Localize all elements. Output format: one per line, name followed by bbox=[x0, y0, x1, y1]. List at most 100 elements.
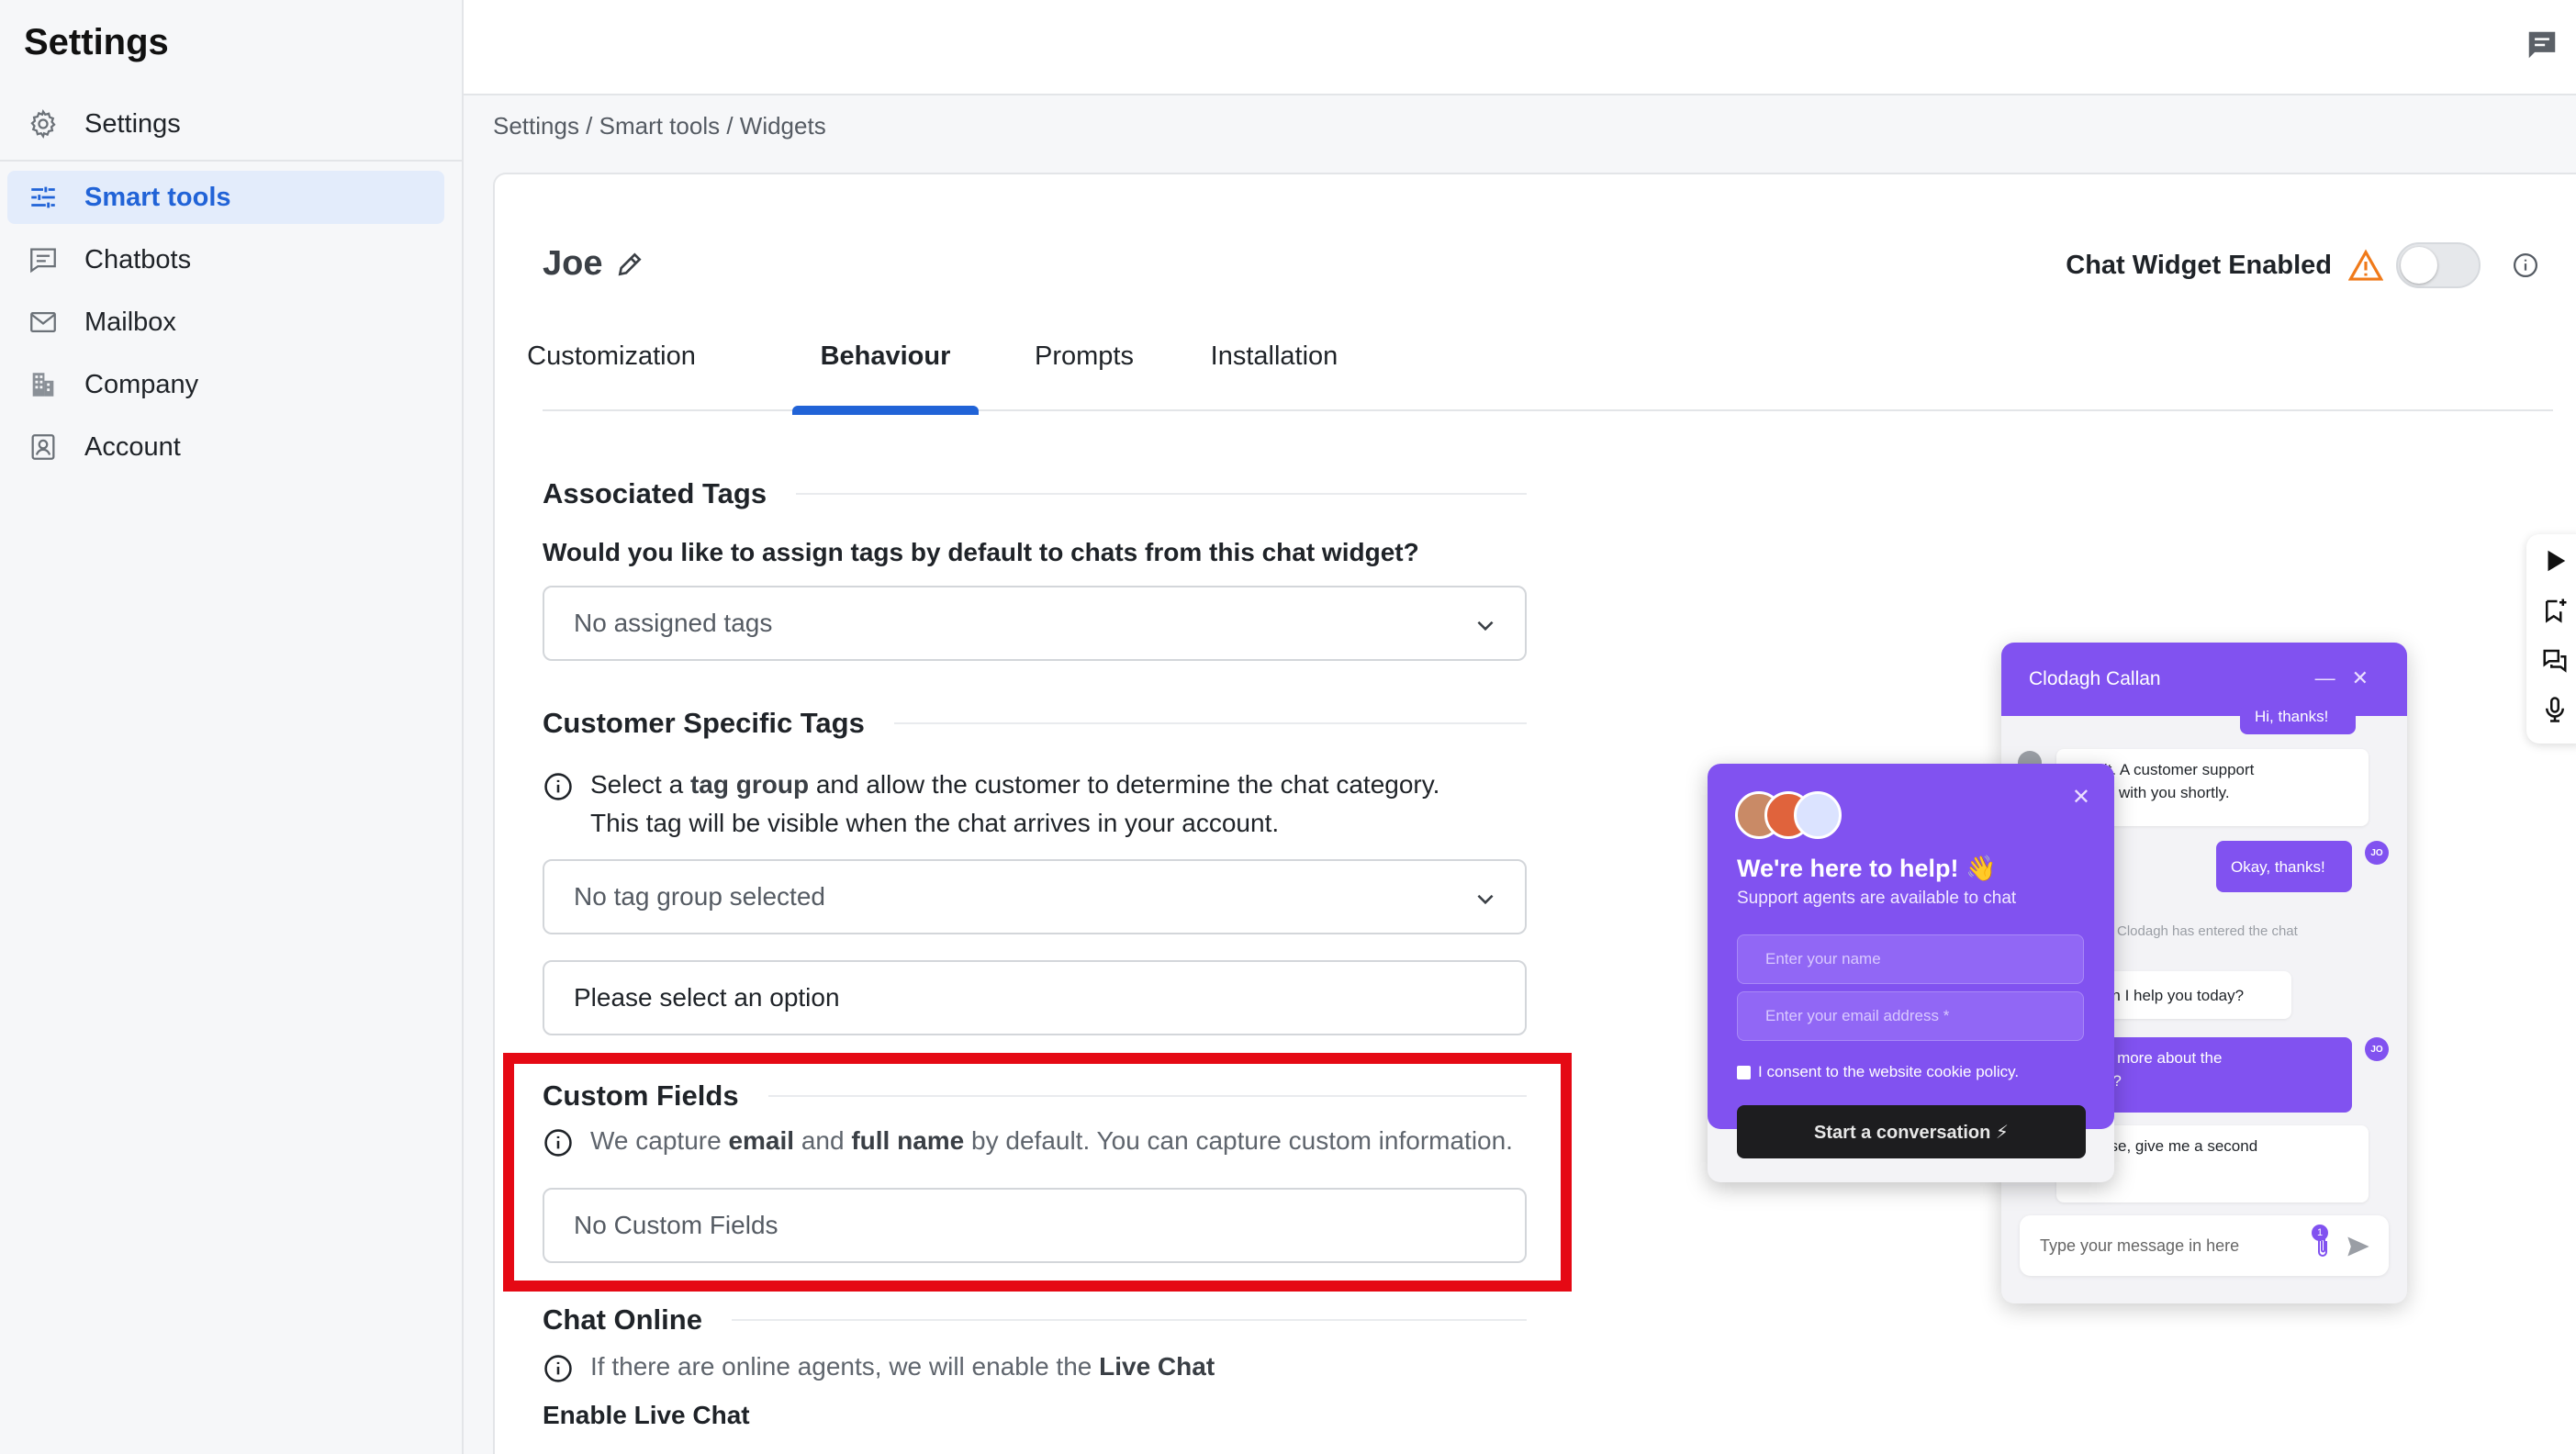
close-icon[interactable]: ✕ bbox=[2072, 784, 2090, 811]
custom-fields-highlight bbox=[503, 1053, 1572, 1292]
customer-tags-info: Select a tag group and allow the custome… bbox=[543, 766, 1439, 843]
top-bar bbox=[464, 0, 2576, 95]
customer-tags-heading: Customer Specific Tags bbox=[543, 707, 1527, 740]
window-controls[interactable]: —✕ bbox=[2315, 666, 2385, 690]
prechat-email-input[interactable]: Enter your email address * bbox=[1737, 991, 2084, 1041]
building-icon bbox=[32, 373, 54, 397]
widget-name: Joe bbox=[543, 244, 603, 283]
sidebar-item-mailbox[interactable]: Mailbox bbox=[7, 296, 444, 349]
sidebar-item-settings[interactable]: Settings bbox=[7, 97, 444, 151]
cookie-consent[interactable]: I consent to the website cookie policy. bbox=[1737, 1063, 2019, 1081]
info-text: and allow the customer to determine the … bbox=[809, 770, 1440, 799]
sidebar-item-smart-tools[interactable]: Smart tools bbox=[7, 171, 444, 224]
user-avatar: JO bbox=[2365, 1037, 2389, 1061]
chat-lines-icon bbox=[30, 248, 56, 274]
section-rule bbox=[796, 493, 1527, 495]
envelope-icon bbox=[30, 311, 56, 333]
tab-installation[interactable]: Installation bbox=[1205, 338, 1343, 411]
widget-enabled-toggle[interactable] bbox=[2396, 242, 2481, 288]
tab-label: Customization bbox=[527, 341, 696, 371]
system-note: Clodagh has entered the chat bbox=[2117, 923, 2298, 939]
sidebar-item-label: Settings bbox=[84, 108, 181, 139]
sidebar-item-label: Smart tools bbox=[84, 182, 231, 212]
input-placeholder: Type your message in here bbox=[2040, 1236, 2240, 1255]
agent-name: Clodagh Callan bbox=[2029, 668, 2161, 689]
sidebar-item-label: Account bbox=[84, 431, 181, 462]
select-value: No tag group selected bbox=[574, 882, 825, 911]
sidebar-item-account[interactable]: Account bbox=[7, 420, 444, 474]
consent-label: I consent to the website cookie policy. bbox=[1758, 1063, 2020, 1080]
sidebar-item-company[interactable]: Company bbox=[7, 358, 444, 411]
info-bold: Live Chat bbox=[1099, 1352, 1215, 1381]
widget-enabled-control: Chat Widget Enabled bbox=[2066, 242, 2539, 288]
start-conversation-button[interactable]: Start a conversation ⚡ bbox=[1737, 1105, 2086, 1158]
bookmark-add-icon[interactable] bbox=[2541, 597, 2569, 624]
tab-behaviour[interactable]: Behaviour bbox=[792, 338, 979, 415]
tab-customization[interactable]: Customization bbox=[527, 338, 696, 411]
consent-checkbox[interactable] bbox=[1737, 1065, 1751, 1079]
chat-message-input[interactable]: Type your message in here 1 bbox=[2020, 1215, 2389, 1276]
prechat-panel: ✕ We're here to help! 👋 Support agents a… bbox=[1708, 764, 2114, 1129]
chat-bubbles-icon[interactable] bbox=[2541, 646, 2569, 674]
select-value: No assigned tags bbox=[574, 609, 773, 637]
section-title: Chat Online bbox=[543, 1303, 702, 1336]
section-rule bbox=[731, 1319, 1527, 1321]
info-icon bbox=[544, 1355, 572, 1382]
sidebar-item-label: Chatbots bbox=[84, 244, 192, 274]
info-text-line2: This tag will be visible when the chat a… bbox=[590, 809, 1280, 837]
agent-avatars bbox=[1735, 791, 1864, 839]
info-text: Select a bbox=[590, 770, 690, 799]
user-card-icon bbox=[31, 434, 55, 460]
toggle-knob bbox=[2401, 247, 2437, 284]
message-icon[interactable] bbox=[2525, 28, 2559, 62]
section-title: Associated Tags bbox=[543, 477, 767, 509]
sliders-icon bbox=[31, 186, 55, 208]
chat-message-user: Hi, thanks! bbox=[2240, 705, 2356, 734]
prechat-subheading: Support agents are available to chat bbox=[1737, 889, 2017, 908]
enable-live-chat-label: Enable Live Chat bbox=[543, 1401, 750, 1429]
breadcrumb[interactable]: Settings / Smart tools / Widgets bbox=[493, 112, 826, 140]
pencil-icon[interactable] bbox=[615, 250, 644, 279]
sidebar-item-chatbots[interactable]: Chatbots bbox=[7, 233, 444, 286]
chat-online-heading: Chat Online bbox=[543, 1303, 1527, 1337]
associated-tags-select[interactable]: No assigned tags bbox=[543, 586, 1527, 661]
play-icon[interactable] bbox=[2541, 547, 2569, 575]
microphone-icon[interactable] bbox=[2541, 696, 2569, 723]
tab-label: Prompts bbox=[1035, 341, 1134, 371]
settings-sidebar: Settings Settings Smart tools Chatbots M… bbox=[0, 0, 464, 1454]
gear-icon bbox=[30, 108, 56, 140]
prechat-name-input[interactable]: Enter your name bbox=[1737, 934, 2084, 984]
bot-avatar bbox=[1794, 791, 1842, 839]
associated-tags-heading: Associated Tags bbox=[543, 477, 1527, 510]
tag-group-select[interactable]: No tag group selected bbox=[543, 859, 1527, 934]
section-title: Customer Specific Tags bbox=[543, 707, 865, 739]
tag-option-select[interactable]: Please select an option bbox=[543, 960, 1527, 1035]
info-icon bbox=[544, 773, 572, 800]
floating-toolbar bbox=[2526, 534, 2576, 744]
info-bold: tag group bbox=[689, 770, 810, 799]
widget-tabs: Customization Behaviour Prompts Installa… bbox=[527, 338, 2553, 415]
section-rule bbox=[893, 722, 1527, 724]
widget-title: Joe bbox=[543, 244, 644, 284]
attachment-count-badge: 1 bbox=[2312, 1225, 2328, 1241]
tab-prompts[interactable]: Prompts bbox=[1029, 338, 1139, 411]
associated-tags-question: Would you like to assign tags by default… bbox=[543, 538, 1419, 566]
sidebar-item-label: Company bbox=[84, 369, 199, 399]
chevron-down-icon bbox=[1477, 894, 1494, 905]
send-icon[interactable] bbox=[2345, 1234, 2372, 1259]
sidebar-title: Settings bbox=[24, 22, 169, 62]
info-text: If there are online agents, we will enab… bbox=[590, 1352, 1100, 1381]
chat-message-user: Okay, thanks! bbox=[2216, 841, 2352, 892]
tab-label: Installation bbox=[1210, 341, 1338, 371]
tab-label: Behaviour bbox=[820, 341, 951, 371]
prechat-heading: We're here to help! 👋 bbox=[1737, 855, 1997, 882]
select-value: Please select an option bbox=[574, 983, 840, 1012]
info-icon[interactable] bbox=[2512, 252, 2539, 279]
sidebar-item-label: Mailbox bbox=[84, 307, 176, 337]
sidebar-divider bbox=[0, 160, 462, 162]
chevron-down-icon bbox=[1477, 621, 1494, 632]
chat-online-info: If there are online agents, we will enab… bbox=[543, 1348, 1215, 1386]
warning-icon bbox=[2348, 249, 2383, 281]
widget-enabled-label: Chat Widget Enabled bbox=[2066, 250, 2332, 280]
prechat-form-preview: ✕ We're here to help! 👋 Support agents a… bbox=[1708, 764, 2114, 1182]
